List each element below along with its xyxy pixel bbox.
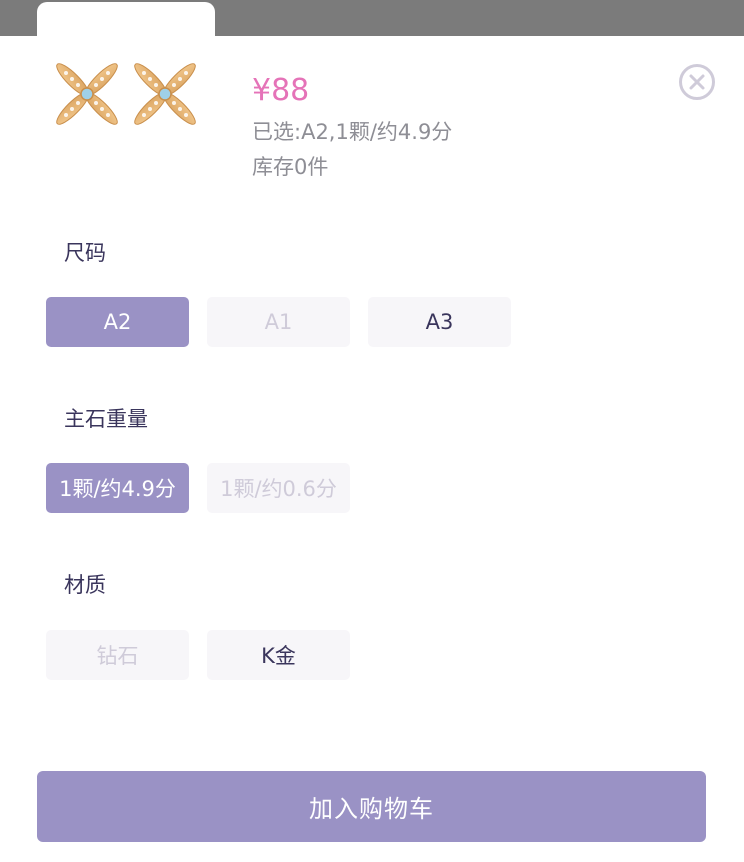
- material-section-title: 材质: [64, 573, 106, 597]
- selected-variant-text: 已选:A2,1颗/约4.9分: [252, 120, 453, 144]
- size-option-a2[interactable]: A2: [46, 297, 189, 347]
- size-option-a3[interactable]: A3: [368, 297, 511, 347]
- add-to-cart-button[interactable]: 加入购物车: [37, 771, 706, 842]
- stone-weight-section-title: 主石重量: [64, 407, 148, 431]
- material-option-k-gold[interactable]: K金: [207, 630, 350, 680]
- stone-weight-option-0-6[interactable]: 1颗/约0.6分: [207, 463, 350, 513]
- sku-selector-sheet: ¥88 已选:A2,1颗/约4.9分 库存0件 尺码 A2 A1 A3 主石重量…: [0, 36, 744, 862]
- product-price: ¥88: [252, 73, 310, 108]
- close-circle-icon[interactable]: [678, 63, 716, 101]
- product-image: [56, 63, 196, 125]
- size-option-a1[interactable]: A1: [207, 297, 350, 347]
- stone-weight-option-4-9[interactable]: 1颗/约4.9分: [46, 463, 189, 513]
- material-option-diamond[interactable]: 钻石: [46, 630, 189, 680]
- stock-text: 库存0件: [252, 155, 329, 179]
- size-section-title: 尺码: [64, 241, 106, 265]
